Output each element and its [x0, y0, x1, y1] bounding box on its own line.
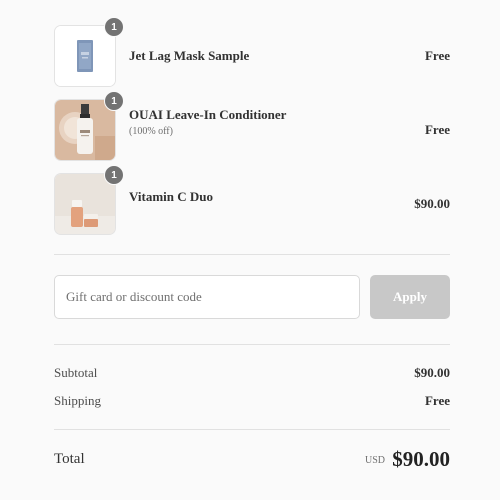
divider — [54, 254, 450, 255]
product-thumbnail: 1 — [54, 17, 124, 87]
shipping-value: Free — [424, 393, 450, 408]
mask-sample-tube-icon — [55, 26, 115, 86]
conditioner-bottle-icon — [55, 100, 115, 160]
quantity-badge: 1 — [104, 17, 124, 37]
quantity-badge: 1 — [104, 165, 124, 185]
divider — [54, 429, 450, 430]
total-value: $90.00 — [392, 447, 450, 471]
divider — [54, 344, 450, 345]
total-label: Total — [54, 451, 85, 467]
order-summary: 1 Jet Lag Mask Sample Free 1 OUAI Leave-… — [0, 0, 500, 500]
line-item: 1 OUAI Leave-In Conditioner (100% off) F… — [54, 91, 450, 161]
product-name: Vitamin C Duo — [129, 189, 214, 204]
product-price: $90.00 — [414, 196, 450, 211]
product-price: Free — [424, 48, 450, 63]
product-thumbnail: 1 — [54, 165, 124, 235]
shipping-label: Shipping — [54, 393, 101, 408]
product-name: OUAI Leave-In Conditioner — [129, 107, 287, 122]
currency-code: USD — [365, 455, 386, 466]
product-price: Free — [424, 122, 450, 137]
discount-code-input[interactable] — [54, 275, 360, 319]
subtotal-label: Subtotal — [54, 365, 98, 380]
line-item: 1 Jet Lag Mask Sample Free — [54, 17, 450, 87]
product-name: Jet Lag Mask Sample — [129, 48, 250, 63]
product-discount-note: (100% off) — [129, 126, 173, 137]
line-item: 1 Vitamin C Duo $90.00 — [54, 165, 450, 235]
quantity-badge: 1 — [104, 91, 124, 111]
subtotal-value: $90.00 — [414, 365, 450, 380]
serum-jars-icon — [55, 174, 115, 234]
apply-button[interactable]: Apply — [370, 275, 450, 319]
product-thumbnail: 1 — [54, 91, 124, 161]
